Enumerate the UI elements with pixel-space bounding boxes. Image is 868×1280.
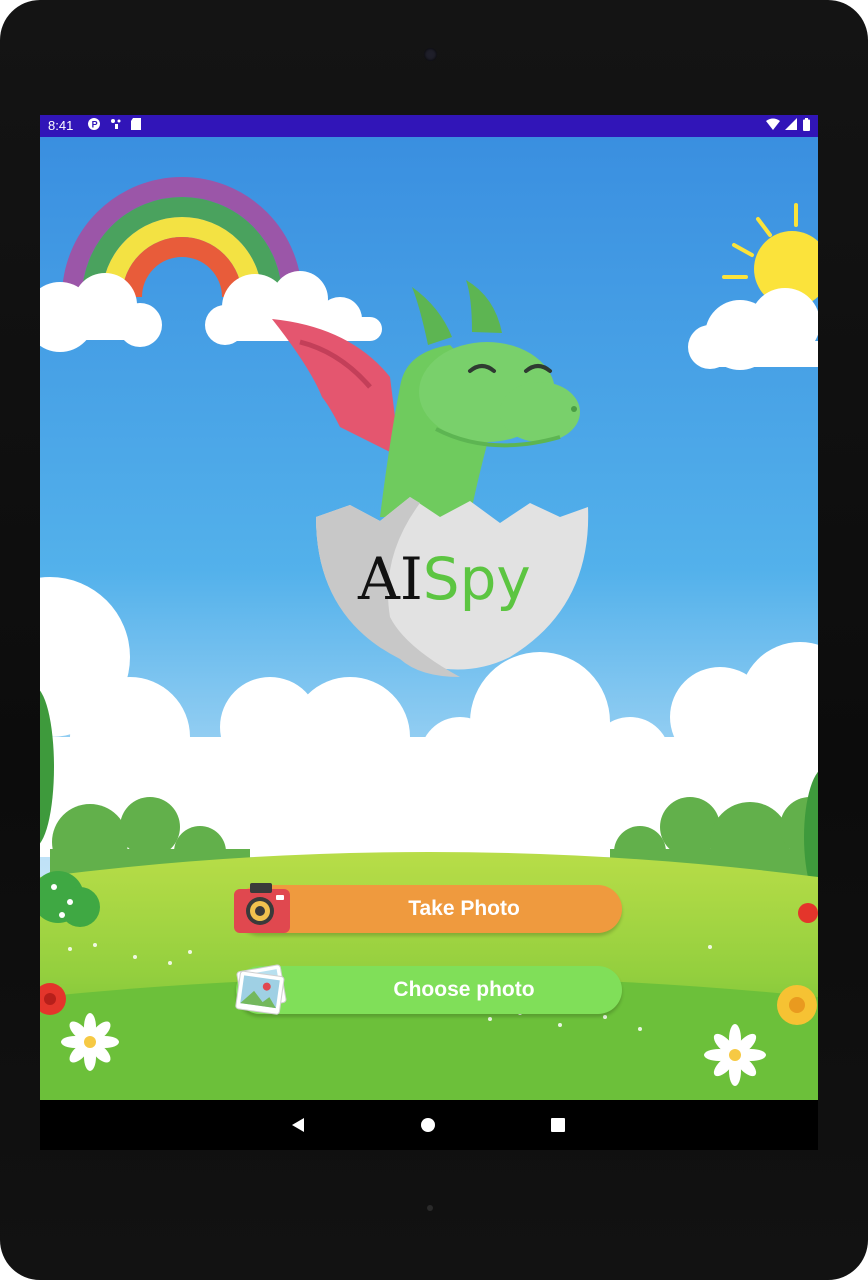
cast-icon	[110, 119, 121, 129]
battery-icon	[803, 118, 810, 131]
status-left-icons: P	[87, 117, 142, 132]
signal-icon	[785, 118, 798, 130]
camera-icon	[234, 883, 290, 933]
take-photo-button[interactable]: Take Photo	[234, 883, 622, 933]
app-background-scene: AISpy Take Photo Choose photo	[40, 137, 818, 1100]
wifi-icon	[765, 118, 780, 130]
svg-text:P: P	[92, 120, 101, 130]
take-photo-label: Take Photo	[408, 897, 520, 920]
status-time: 8:41	[48, 118, 74, 133]
recents-icon[interactable]	[546, 1113, 570, 1137]
scene-illustration	[40, 137, 818, 1100]
logo-text-spy: Spy	[422, 545, 531, 613]
choose-photo-button[interactable]: Choose photo	[235, 964, 622, 1015]
sd-card-icon	[131, 118, 142, 130]
tablet-frame: 8:41 P AISpy Take Photo Choose photo	[0, 0, 868, 1280]
logo-text-ai: AI	[358, 545, 423, 613]
status-right-icons	[765, 117, 810, 132]
front-camera	[424, 48, 437, 61]
photos-icon	[235, 964, 287, 1015]
navigation-bar	[40, 1100, 818, 1150]
status-bar: 8:41 P	[40, 115, 818, 137]
choose-photo-label: Choose photo	[393, 978, 535, 1001]
home-icon[interactable]	[416, 1113, 440, 1137]
app-logo: AISpy	[358, 545, 531, 613]
notification-icon: P	[88, 118, 101, 130]
microphone	[427, 1205, 433, 1211]
back-icon[interactable]	[286, 1113, 310, 1137]
device-screen: 8:41 P AISpy Take Photo Choose photo	[40, 115, 818, 1150]
